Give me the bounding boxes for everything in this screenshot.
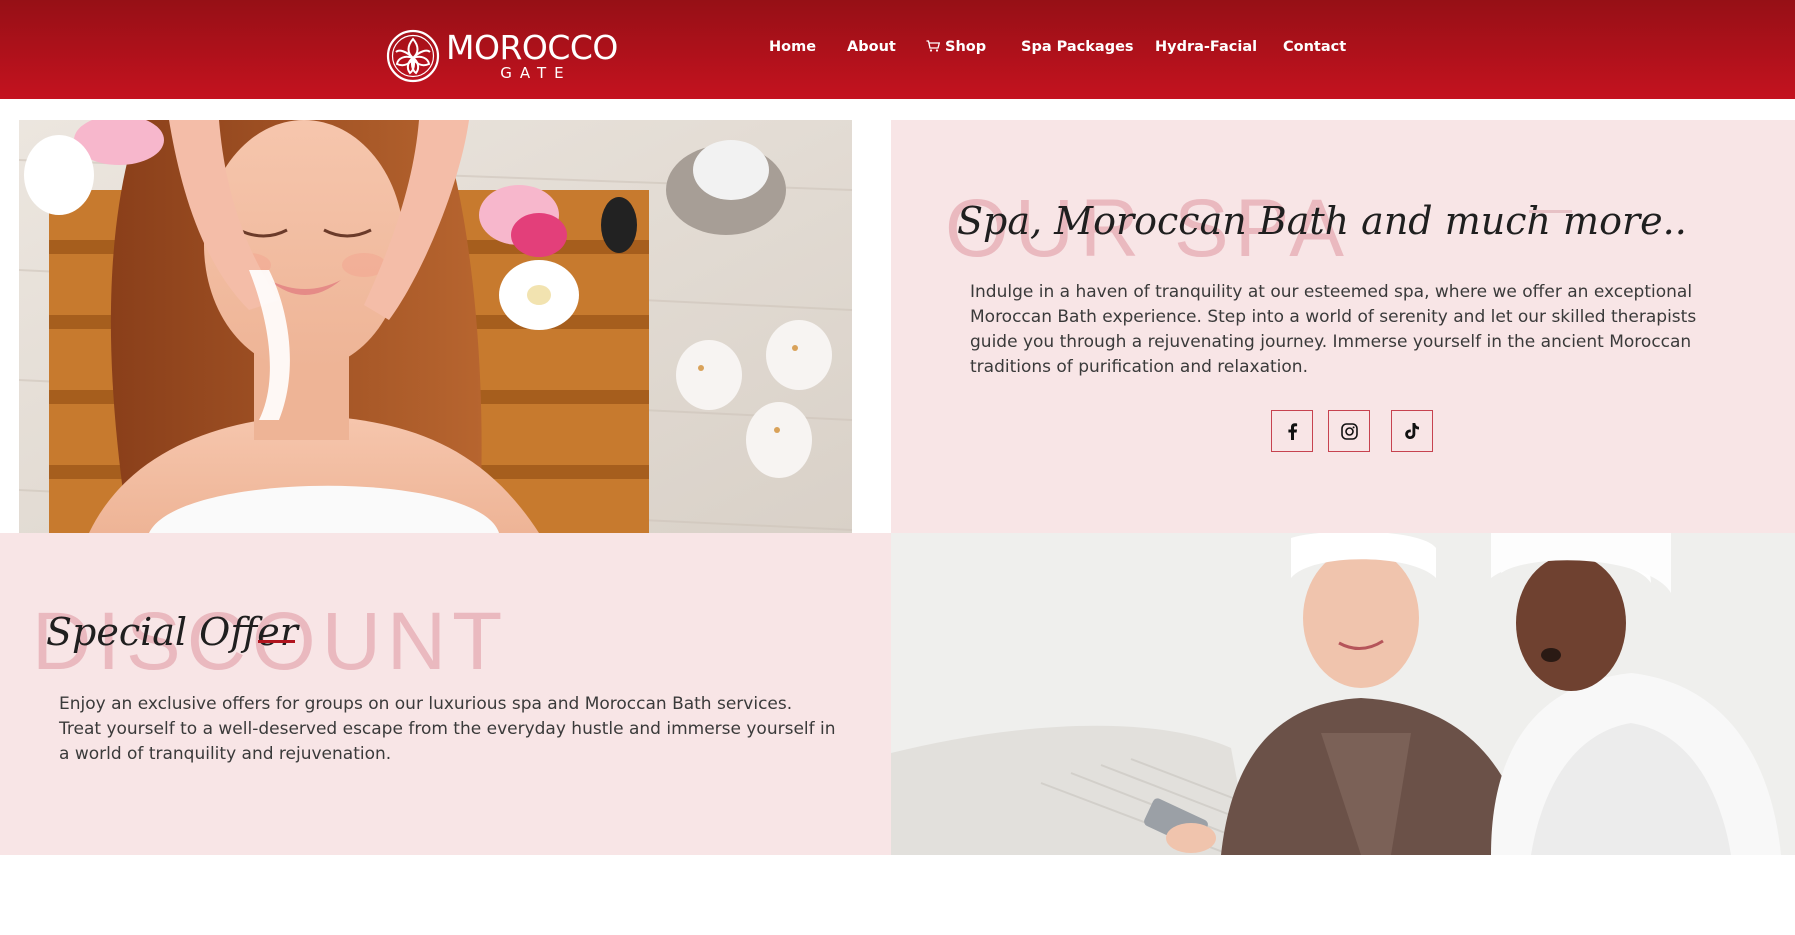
tiktok-icon	[1405, 423, 1419, 439]
nav-home[interactable]: Home	[769, 37, 816, 57]
tiktok-link[interactable]	[1391, 410, 1433, 452]
facial-massage-photo	[19, 120, 852, 533]
brand-tagline: GATE	[500, 64, 572, 82]
spa-intro-section: OUR SPA Spa, Moroccan Bath and much more…	[891, 120, 1795, 533]
brand-name: MOROCCO	[446, 28, 618, 67]
nav-about[interactable]: About	[847, 37, 896, 57]
special-offer-section: DISCOUNT Special Offer Enjoy an exclusiv…	[0, 533, 891, 855]
cart-icon	[926, 40, 940, 52]
offer-description: Enjoy an exclusive offers for groups on …	[59, 694, 836, 764]
two-women-robes-photo	[891, 533, 1795, 855]
offer-title: Special Offer	[46, 610, 298, 654]
nav-contact[interactable]: Contact	[1283, 37, 1346, 57]
nav-shop[interactable]: Shop	[926, 37, 986, 57]
instagram-link[interactable]	[1328, 410, 1370, 452]
spa-title-dash	[1529, 210, 1572, 213]
facial-massage-illustration	[19, 120, 852, 533]
site-header: MOROCCO GATE Home About Shop Spa Package…	[0, 0, 1795, 99]
nav-spa-packages[interactable]: Spa Packages	[1021, 37, 1134, 57]
offer-title-dash	[258, 640, 295, 643]
spa-description: Indulge in a haven of tranquility at our…	[970, 282, 1697, 377]
two-women-illustration	[891, 533, 1795, 855]
spa-title: Spa, Moroccan Bath and much more..	[957, 199, 1687, 243]
nav-shop-label: Shop	[945, 39, 987, 55]
facebook-link[interactable]	[1271, 410, 1313, 452]
nav-hydra-facial[interactable]: Hydra-Facial	[1155, 37, 1257, 57]
lotus-logo-icon	[386, 29, 440, 83]
instagram-icon	[1340, 422, 1358, 440]
facebook-icon	[1288, 423, 1298, 440]
brand-logo[interactable]: MOROCCO GATE	[386, 28, 618, 84]
